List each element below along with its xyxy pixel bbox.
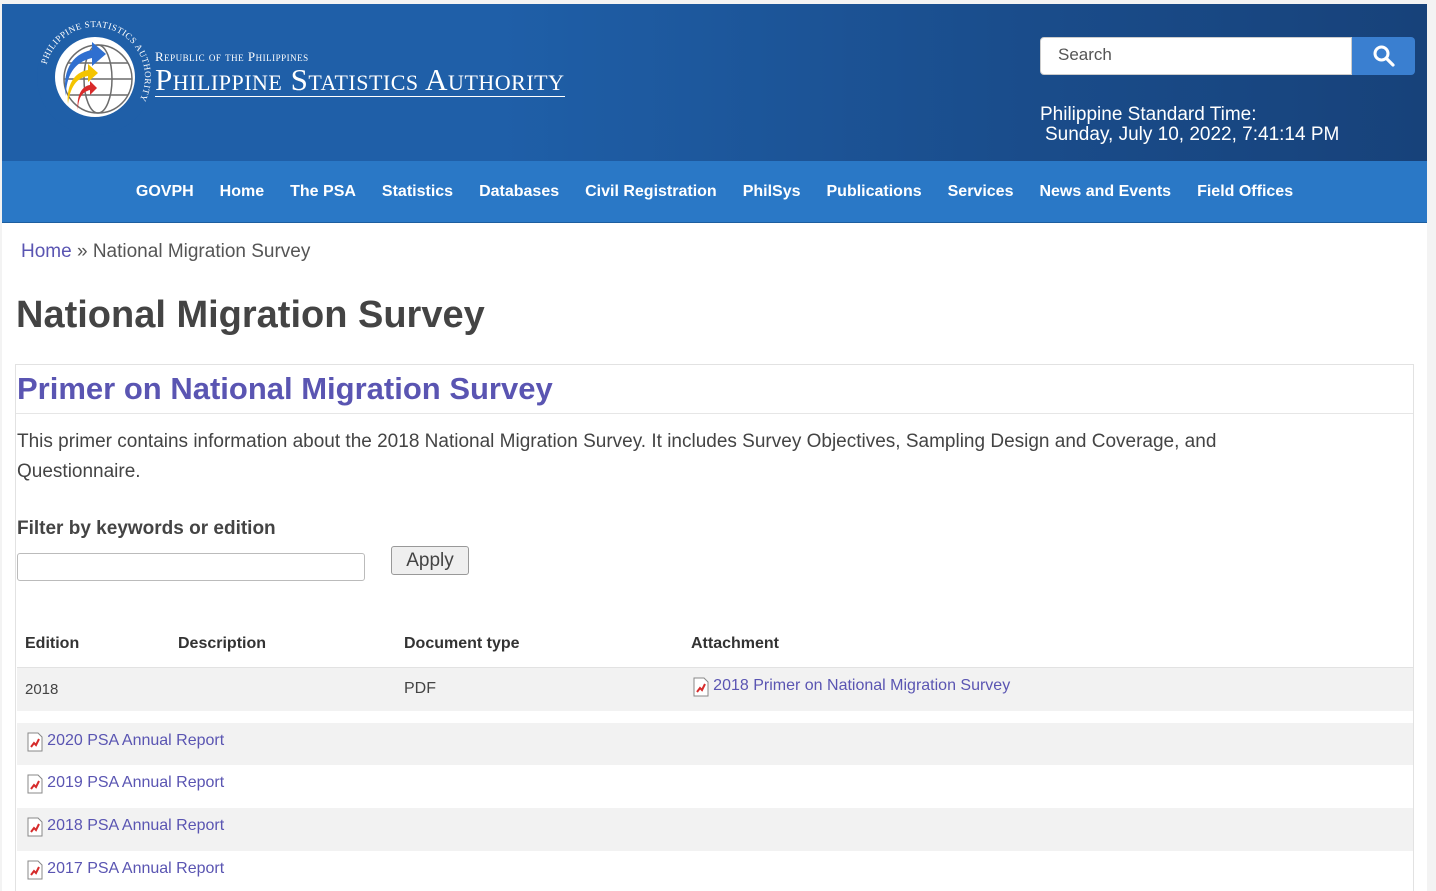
search-button[interactable] [1352,37,1415,75]
report-link[interactable]: 2019 PSA Annual Report [47,774,224,791]
report-link[interactable]: 2017 PSA Annual Report [47,860,224,877]
breadcrumb: Home » National Migration Survey [21,241,310,263]
search-icon [1373,45,1395,67]
report-item: 2020 PSA Annual Report [27,732,224,752]
nav-item-philsys[interactable]: PhilSys [730,183,814,201]
publication-card: Primer on National Migration Survey This… [15,364,1414,891]
nav-item-civil-registration[interactable]: Civil Registration [572,183,730,201]
main-nav: GOVPH Home The PSA Statistics Databases … [2,161,1427,223]
page-title: National Migration Survey [16,294,485,336]
nav-item-statistics[interactable]: Statistics [369,183,466,201]
site-header: PHILIPPINE STATISTICS AUTHORITY Republic… [2,4,1427,161]
filter-input[interactable] [17,553,365,581]
search-input[interactable] [1041,38,1355,72]
nav-item-the-psa[interactable]: The PSA [277,183,369,201]
pdf-file-icon [693,677,709,697]
page-frame: PHILIPPINE STATISTICS AUTHORITY Republic… [2,4,1427,891]
breadcrumb-home-link[interactable]: Home [21,241,72,262]
nav-item-field-offices[interactable]: Field Offices [1184,183,1306,201]
pdf-file-icon [27,817,43,837]
psa-logo[interactable]: PHILIPPINE STATISTICS AUTHORITY [36,18,154,136]
nav-item-services[interactable]: Services [935,183,1027,201]
column-header-attachment: Attachment [691,635,780,652]
report-item: 2017 PSA Annual Report [27,860,224,880]
column-header-edition: Edition [25,635,80,652]
divider [16,413,1413,414]
search-box [1040,37,1355,75]
section-description: This primer contains information about t… [17,431,1217,482]
pdf-file-icon [27,860,43,880]
report-link[interactable]: 2020 PSA Annual Report [47,732,224,749]
breadcrumb-separator: » [76,241,88,262]
section-title[interactable]: Primer on National Migration Survey [17,371,553,407]
nav-item-databases[interactable]: Databases [466,183,572,201]
list-item: 2018 PSA Annual Report [17,808,1413,851]
apply-button[interactable]: Apply [391,546,469,575]
column-header-document-type: Document type [404,635,520,652]
list-item: 2017 PSA Annual Report [17,851,1413,891]
report-item: 2018 PSA Annual Report [27,817,224,837]
nav-item-news-and-events[interactable]: News and Events [1026,183,1184,201]
report-link[interactable]: 2018 PSA Annual Report [47,817,224,834]
cell-document-type: PDF [404,680,436,697]
column-header-description: Description [178,635,267,652]
attachment-link[interactable]: 2018 Primer on National Migration Survey [713,677,1010,694]
nav-item-publications[interactable]: Publications [814,183,935,201]
report-item: 2019 PSA Annual Report [27,774,224,794]
pdf-file-icon [27,774,43,794]
standard-time-label: Philippine Standard Time: [1040,104,1257,125]
nav-item-govph[interactable]: GOVPH [123,183,207,201]
table-row: 2018 PDF 2018 Primer on National Migrati… [17,667,1413,711]
list-item: 2019 PSA Annual Report [17,765,1413,808]
cell-attachment: 2018 Primer on National Migration Survey [693,677,1010,697]
brand-title[interactable]: Philippine Statistics Authority [155,64,565,97]
cell-edition: 2018 [25,681,59,698]
standard-time-value: Sunday, July 10, 2022, 7:41:14 PM [1045,124,1340,145]
breadcrumb-current: National Migration Survey [92,241,311,262]
nav-item-home[interactable]: Home [207,183,277,201]
list-item: 2020 PSA Annual Report [17,723,1413,765]
pdf-file-icon [27,732,43,752]
filter-label: Filter by keywords or edition [17,518,276,539]
